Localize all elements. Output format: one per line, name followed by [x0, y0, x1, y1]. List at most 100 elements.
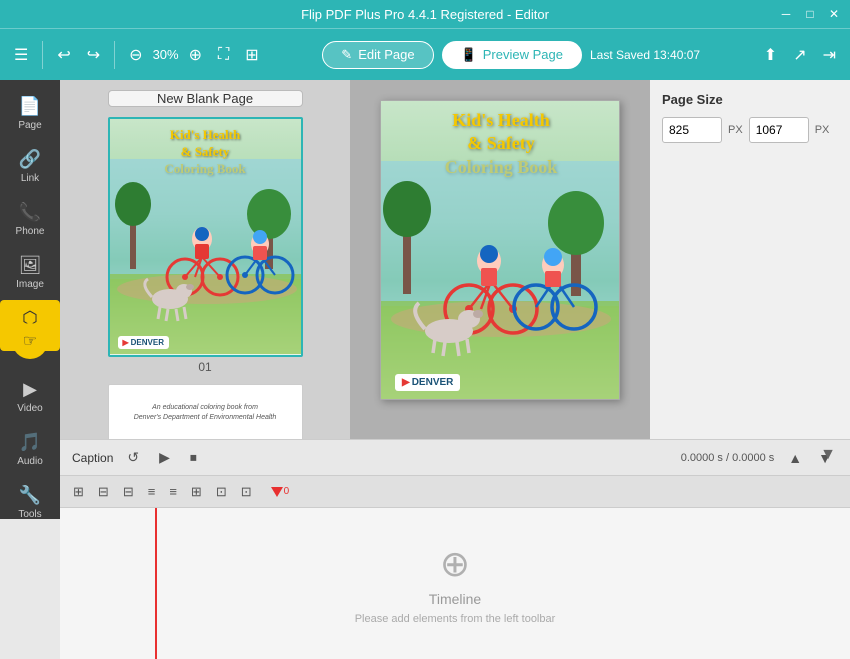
play-button[interactable]: ▶ — [153, 447, 176, 468]
share-button[interactable]: ⇥ — [817, 41, 842, 69]
main-cover-art: Kid's Health& SafetyColoring Book — [381, 101, 620, 400]
bottom-timeline-panel: Caption ↺ ▶ ⏹ 0.0000 s / 0.0000 s ▲ ▼ ▼ … — [60, 439, 850, 659]
cover-illustration — [110, 159, 301, 354]
tl-button-5[interactable]: ≡ — [164, 482, 182, 501]
page-width-input[interactable] — [662, 117, 722, 143]
page-1-cover-art: Kid's Health& SafetyColoring Book — [110, 119, 301, 355]
titlebar: Flip PDF Plus Pro 4.4.1 Registered - Edi… — [0, 0, 850, 28]
image-label: Image — [16, 279, 44, 290]
timeline-message: Please add elements from the left toolba… — [355, 613, 556, 625]
caption-bar: Caption ↺ ▶ ⏹ 0.0000 s / 0.0000 s ▲ ▼ ▼ — [60, 440, 850, 476]
tl-button-6[interactable]: ⊞ — [186, 482, 207, 502]
edit-page-button[interactable]: ✎ Edit Page — [322, 41, 433, 69]
timeline-add-icon: ⊕ — [440, 543, 470, 585]
preview-page-label: Preview Page — [483, 47, 563, 62]
playhead-time: 0 — [284, 486, 290, 497]
titlebar-controls: ─ □ ✕ — [778, 6, 842, 22]
rewind-button[interactable]: ↺ — [121, 447, 145, 468]
toolbar-right: ⬆ ↗ ⇥ — [758, 41, 842, 69]
collapse-button[interactable]: ▼ — [814, 444, 842, 466]
timeline-ruler: 0 — [261, 476, 842, 507]
main-denver-badge: ▶ DENVER — [395, 374, 460, 391]
toolbar-separator-2 — [114, 41, 115, 69]
playhead-marker-top: 0 — [271, 476, 290, 507]
zoom-out-button[interactable]: ⊖ — [123, 41, 148, 69]
redo-button[interactable]: ↪ — [81, 41, 106, 69]
video-label: Video — [17, 403, 42, 414]
playhead-triangle — [271, 487, 283, 497]
zoom-in-button[interactable]: ⊕ — [183, 41, 208, 69]
fit-view-button[interactable]: ⛶ — [212, 42, 235, 68]
tools-label: Tools — [18, 509, 41, 520]
sidebar-item-tools[interactable]: 🔧 Tools — [0, 477, 60, 528]
caption-label: Caption — [72, 451, 113, 465]
tl-button-2[interactable]: ⊟ — [93, 482, 114, 502]
audio-icon: 🎵 — [19, 432, 41, 453]
side-navigation: 📄 Page 🔗 Link 📞 Phone 🖼 Image ⬡ Shape ☞ … — [0, 80, 60, 519]
tools-icon: 🔧 — [19, 485, 41, 506]
audio-label: Audio — [17, 456, 43, 467]
page-1-thumbnail[interactable]: Kid's Health& SafetyColoring Book — [108, 117, 303, 357]
import-button[interactable]: ⬆ — [758, 41, 783, 69]
image-icon: 🖼 — [19, 255, 42, 276]
phone-label: Phone — [16, 226, 45, 237]
tl-button-3[interactable]: ⊟ — [118, 482, 139, 502]
sidebar-item-link[interactable]: 🔗 Link — [0, 141, 60, 192]
page-height-input[interactable] — [749, 117, 809, 143]
tl-button-7[interactable]: ⊡ — [211, 482, 232, 502]
last-saved-display: Last Saved 13:40:07 — [590, 48, 700, 62]
export-button[interactable]: ↗ — [787, 41, 812, 69]
main-cover-illustration — [381, 161, 620, 400]
sidebar-item-image[interactable]: 🖼 Image — [0, 247, 60, 298]
edit-page-label: Edit Page — [358, 47, 414, 62]
sidebar-item-audio[interactable]: 🎵 Audio — [0, 424, 60, 475]
page-label: Page — [18, 120, 41, 131]
playhead-line — [155, 508, 157, 659]
maximize-button[interactable]: □ — [802, 6, 818, 22]
undo-button[interactable]: ↩ — [51, 41, 76, 69]
sidebar-item-phone[interactable]: 📞 Phone — [0, 194, 60, 245]
sidebar-item-page[interactable]: 📄 Page — [0, 88, 60, 139]
link-label: Link — [21, 173, 39, 184]
main-toolbar: ☰ ↩ ↪ ⊖ 30% ⊕ ⛶ ⊞ ✎ Edit Page 📱 Preview … — [0, 28, 850, 80]
main-page-canvas: Kid's Health& SafetyColoring Book — [380, 100, 620, 400]
page-1-number: 01 — [198, 360, 211, 374]
tl-button-8[interactable]: ⊡ — [236, 482, 257, 502]
width-px-label: PX — [728, 124, 743, 136]
sidebar-item-video[interactable]: ▶ Video — [0, 371, 60, 422]
stop-button[interactable]: ⏹ — [184, 447, 203, 468]
minimize-button[interactable]: ─ — [778, 6, 794, 22]
page-2-text: An educational coloring book from Denver… — [134, 403, 277, 423]
app-title: Flip PDF Plus Pro 4.4.1 Registered - Edi… — [301, 7, 549, 22]
height-px-label: PX — [815, 124, 830, 136]
preview-icon: 📱 — [461, 47, 477, 63]
view-toggle-button[interactable]: ⊞ — [239, 41, 264, 69]
timeline-placeholder: ⊕ Timeline Please add elements from the … — [355, 543, 556, 625]
page-1-container: Kid's Health& SafetyColoring Book — [108, 117, 303, 374]
timeline-content: ⊕ Timeline Please add elements from the … — [60, 508, 850, 659]
zoom-percent: 30% — [153, 47, 179, 62]
new-blank-page-button[interactable]: New Blank Page — [108, 90, 303, 107]
tl-button-4[interactable]: ≡ — [143, 482, 161, 501]
toolbar-separator-1 — [42, 41, 43, 69]
timeline-title: Timeline — [429, 591, 481, 607]
edit-page-icon: ✎ — [341, 47, 352, 63]
video-icon: ▶ — [23, 379, 37, 400]
volume-up-button[interactable]: ▲ — [782, 448, 808, 468]
zoom-display: 30% — [153, 47, 179, 62]
link-icon: 🔗 — [19, 149, 41, 170]
timeline-toolbar: ⊞ ⊟ ⊟ ≡ ≡ ⊞ ⊡ ⊡ 0 — [60, 476, 850, 508]
phone-icon: 📞 — [19, 202, 41, 223]
page-icon: 📄 — [19, 96, 41, 117]
denver-badge-thumb: ▶ DENVER — [118, 336, 170, 349]
sidebar-item-shape[interactable]: ⬡ Shape ☞ — [0, 300, 60, 351]
toolbar-center: ✎ Edit Page 📱 Preview Page Last Saved 13… — [269, 41, 754, 69]
page-size-title: Page Size — [662, 92, 838, 107]
time-display: 0.0000 s / 0.0000 s — [681, 452, 775, 464]
close-button[interactable]: ✕ — [826, 6, 842, 22]
hamburger-menu-button[interactable]: ☰ — [8, 41, 34, 69]
cursor-indicator: ☞ — [12, 323, 48, 359]
tl-add-layer-button[interactable]: ⊞ — [68, 482, 89, 502]
width-row: PX PX — [662, 117, 838, 143]
preview-page-button[interactable]: 📱 Preview Page — [442, 41, 582, 69]
